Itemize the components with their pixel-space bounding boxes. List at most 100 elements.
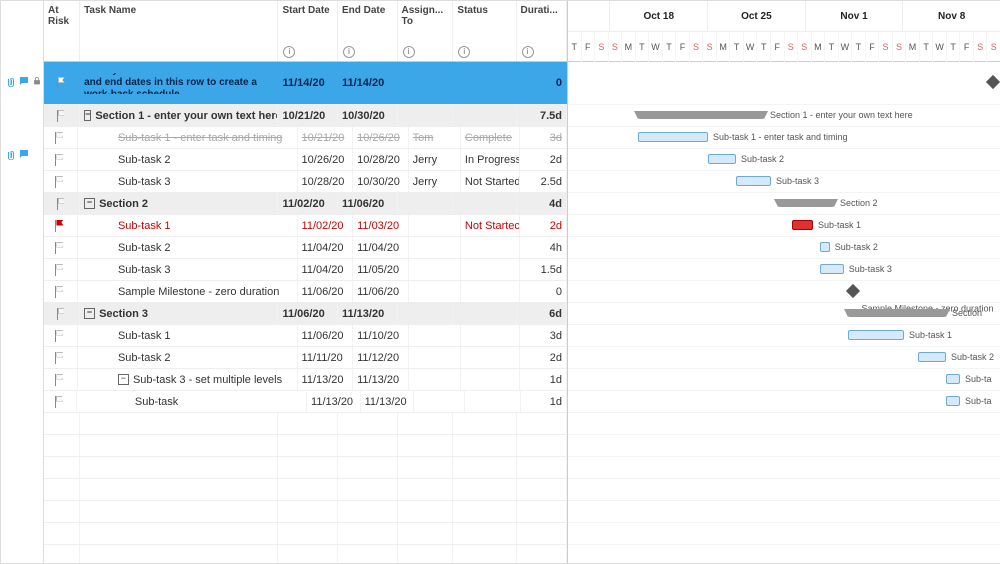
gantt-bar[interactable]: Sub-task 1 - enter task and timing [638, 132, 708, 142]
cell[interactable] [461, 325, 520, 346]
flag-icon[interactable] [57, 77, 67, 89]
cell[interactable]: 11/06/20 [298, 325, 354, 346]
table-row[interactable]: Sub-task11/13/2011/13/201d [44, 391, 567, 413]
cell[interactable] [453, 303, 516, 324]
cell[interactable]: 1d [521, 391, 567, 412]
cell[interactable]: 11/14/20 [338, 73, 398, 94]
table-row[interactable]: Section 1 - enter your own text here10/2… [44, 105, 567, 127]
cell[interactable] [453, 73, 516, 94]
gantt-bar[interactable]: Section [848, 309, 946, 317]
cell[interactable]: 11/11/20 [298, 347, 354, 368]
cell[interactable]: 11/04/20 [298, 237, 354, 258]
flag-icon[interactable] [57, 198, 67, 210]
cell[interactable]: 1.5d [520, 259, 567, 280]
cell[interactable] [409, 215, 461, 236]
cell[interactable] [409, 325, 461, 346]
flag-icon[interactable] [55, 264, 65, 276]
col-task[interactable]: Task Name [80, 1, 278, 61]
col-duration[interactable]: Durati...i [517, 1, 567, 61]
task-grid[interactable]: At Risk Task Name Start Datei End Datei … [44, 1, 568, 563]
collapse-toggle[interactable] [118, 374, 129, 385]
col-start[interactable]: Start Datei [278, 1, 338, 61]
cell[interactable]: 6d [517, 303, 567, 324]
cell[interactable]: In Progress [461, 149, 520, 170]
cell[interactable]: 11/06/20 [278, 303, 338, 324]
cell[interactable]: 10/26/20 [353, 127, 409, 148]
table-row-empty[interactable] [44, 479, 567, 501]
cell[interactable] [398, 73, 454, 94]
table-row[interactable]: Sub-task 311/04/2011/05/201.5d [44, 259, 567, 281]
col-end[interactable]: End Datei [338, 1, 398, 61]
cell[interactable]: 10/30/20 [338, 105, 398, 126]
milestone-diamond[interactable]: Enter y [986, 75, 1000, 89]
cell[interactable] [409, 347, 461, 368]
table-row[interactable]: Sub-task 210/26/2010/28/20JerryIn Progre… [44, 149, 567, 171]
gantt-bar[interactable]: Sub-ta [946, 374, 960, 384]
flag-icon[interactable] [55, 286, 65, 298]
cell[interactable]: 11/13/20 [298, 369, 354, 390]
table-row[interactable]: Sub-task 310/28/2010/30/20JerryNot Start… [44, 171, 567, 193]
table-row[interactable]: Sub-task 211/11/2011/12/202d [44, 347, 567, 369]
cell[interactable]: 3d [520, 127, 567, 148]
flag-icon[interactable] [55, 176, 65, 188]
table-row[interactable]: Sub-task 111/02/2011/03/20Not Startec2d [44, 215, 567, 237]
cell[interactable]: 4d [517, 193, 567, 214]
cell[interactable] [409, 281, 461, 302]
cell[interactable]: 11/13/20 [353, 369, 409, 390]
cell[interactable]: 0 [520, 281, 567, 302]
flag-icon[interactable] [55, 330, 65, 342]
cell[interactable] [461, 237, 520, 258]
gantt-bar[interactable]: Sub-task 2 [918, 352, 946, 362]
table-row[interactable]: Section 211/02/2011/06/204d [44, 193, 567, 215]
cell[interactable]: 11/03/20 [353, 215, 409, 236]
collapse-toggle[interactable] [84, 110, 91, 121]
gantt-bar[interactable]: Sub-task 2 [708, 154, 736, 164]
cell[interactable] [461, 369, 520, 390]
cell[interactable]: 10/28/20 [353, 149, 409, 170]
gantt-bar[interactable]: Sub-task 1 [792, 220, 813, 230]
gantt-bar[interactable]: Section 1 - enter your own text here [638, 111, 764, 119]
cell[interactable] [453, 105, 516, 126]
table-row-empty[interactable] [44, 457, 567, 479]
cell[interactable] [453, 193, 516, 214]
cell[interactable] [461, 259, 520, 280]
collapse-toggle[interactable] [84, 198, 95, 209]
cell[interactable]: 11/02/20 [278, 193, 338, 214]
cell[interactable]: 11/06/20 [338, 193, 398, 214]
flag-icon[interactable] [57, 110, 67, 122]
cell[interactable]: 10/21/20 [278, 105, 338, 126]
cell[interactable]: 11/14/20 [278, 73, 338, 94]
cell[interactable]: 2.5d [520, 171, 567, 192]
attachment-icon[interactable] [4, 75, 16, 90]
comment-icon[interactable] [18, 148, 30, 163]
cell[interactable]: Jerry [409, 149, 461, 170]
milestone-diamond[interactable]: Sample Milestone - zero duration [846, 284, 860, 298]
flag-icon[interactable] [55, 154, 65, 166]
flag-icon[interactable] [57, 308, 67, 320]
cell[interactable] [398, 105, 454, 126]
cell[interactable] [414, 391, 464, 412]
table-row[interactable]: Sample Milestone - zero duration11/06/20… [44, 281, 567, 303]
cell[interactable]: 2d [520, 347, 567, 368]
cell[interactable]: 10/21/20 [298, 127, 354, 148]
cell[interactable]: Jerry [409, 171, 461, 192]
attachment-icon[interactable] [4, 148, 16, 163]
flag-icon[interactable] [55, 220, 65, 232]
gantt-bar[interactable]: Sub-ta [946, 396, 960, 406]
cell[interactable]: 7.5d [517, 105, 567, 126]
flag-icon[interactable] [55, 242, 65, 254]
cell[interactable]: Tom [409, 127, 461, 148]
table-row[interactable]: Section 311/06/2011/13/206d [44, 303, 567, 325]
cell[interactable]: 10/30/20 [353, 171, 409, 192]
comment-icon[interactable] [18, 75, 30, 90]
cell[interactable]: 2d [520, 215, 567, 236]
cell[interactable]: Not Startec [461, 215, 520, 236]
cell[interactable]: 11/13/20 [338, 303, 398, 324]
cell[interactable]: 2d [520, 149, 567, 170]
cell[interactable] [398, 303, 454, 324]
cell[interactable] [398, 193, 454, 214]
gantt-bar[interactable]: Section 2 [778, 199, 834, 207]
table-row[interactable]: Sub-task 3 - set multiple levels11/13/20… [44, 369, 567, 391]
cell[interactable]: 4h [520, 237, 567, 258]
gantt-bar[interactable]: Sub-task 3 [820, 264, 844, 274]
